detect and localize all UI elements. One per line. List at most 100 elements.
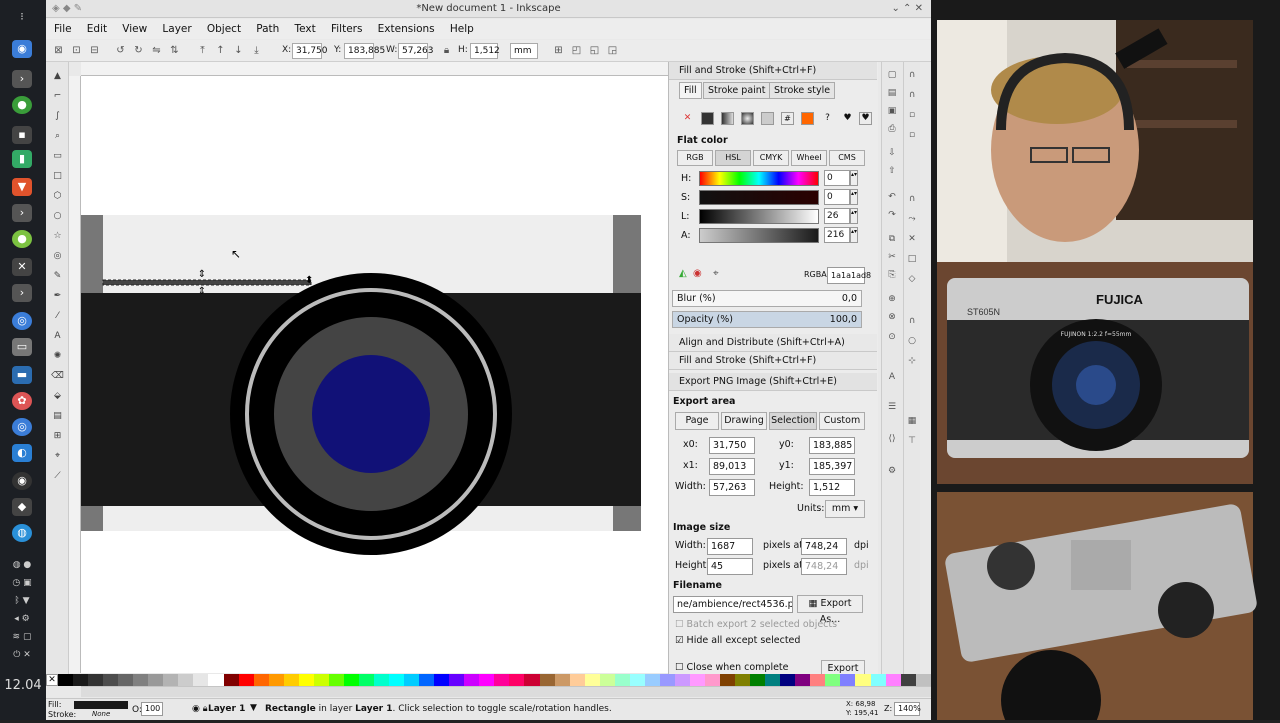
chart-app-icon[interactable]: ▮ <box>12 150 32 168</box>
palette-swatch[interactable] <box>58 674 74 686</box>
area-selection-button[interactable]: Selection <box>769 412 817 430</box>
palette-swatch[interactable] <box>659 674 675 686</box>
power-icon[interactable]: ⏻ ✕ <box>12 646 32 660</box>
palette-swatch[interactable] <box>629 674 645 686</box>
snap-centers-icon[interactable]: ∩ <box>906 316 918 328</box>
volume-icon[interactable]: ◂ ⚙ <box>12 610 32 624</box>
rotate-cw-icon[interactable]: ↻ <box>132 44 145 57</box>
fill-stroke-collapsed-header[interactable]: Fill and Stroke (Shift+Ctrl+F) <box>669 352 877 370</box>
blue-app-icon[interactable]: ◎ <box>12 312 32 330</box>
s-spin[interactable]: ▴▾ <box>850 189 858 205</box>
mesh-gradient-icon[interactable] <box>761 112 774 125</box>
color-wheel-icon[interactable]: ✿ <box>12 392 32 410</box>
snap-nodes-icon[interactable]: ∩ <box>906 194 918 206</box>
current-layer[interactable]: Layer 1 <box>208 704 245 714</box>
drawing-canvas[interactable]: ⇕ ⇕ ⬍ ↖ <box>81 76 668 673</box>
dpi-x-input[interactable]: 748,24 <box>801 538 847 555</box>
move-gradients-icon[interactable]: ◱ <box>588 44 601 57</box>
palette-swatch[interactable] <box>373 674 390 686</box>
tab-stroke-paint[interactable]: Stroke paint <box>703 82 771 99</box>
palette-swatch[interactable] <box>133 674 149 686</box>
palette-swatch[interactable] <box>509 674 525 686</box>
lock-icon[interactable]: 🔒︎ <box>440 44 453 57</box>
palette-swatch[interactable] <box>915 674 931 686</box>
palette-swatch[interactable] <box>178 674 194 686</box>
palette-swatch[interactable] <box>885 674 901 686</box>
palette-swatch[interactable] <box>494 674 510 686</box>
layer-lock-icon[interactable]: ◉ 🔒︎ <box>192 704 208 714</box>
units-select[interactable]: mm ▾ <box>825 500 865 518</box>
area-page-button[interactable]: Page <box>675 412 719 430</box>
terminal-2-icon[interactable]: › <box>12 204 32 222</box>
raise-top-icon[interactable]: ⤒ <box>196 44 209 57</box>
fill-indicator-swatch[interactable] <box>74 701 128 709</box>
inkscape-icon[interactable]: ◆ <box>12 498 32 516</box>
scale-corners-icon[interactable]: ◰ <box>570 44 583 57</box>
menu-help[interactable]: Help <box>450 19 474 39</box>
palette-swatch[interactable] <box>584 674 600 686</box>
unset-paint-icon[interactable]: ? <box>821 112 834 125</box>
layers-icon[interactable]: ☰ <box>886 402 898 414</box>
palette-swatch[interactable] <box>103 674 119 686</box>
blur-bar[interactable]: Blur (%) 0,0 <box>672 290 862 307</box>
palette-swatch[interactable] <box>795 674 811 686</box>
hue-slider[interactable] <box>699 171 819 186</box>
calligraphy-tool-icon[interactable]: ⁄ <box>51 310 64 322</box>
h-spin[interactable]: ▴▾ <box>850 170 858 186</box>
xml-editor-icon[interactable]: ⟨⟩ <box>886 434 898 446</box>
lightness-slider[interactable] <box>699 209 819 224</box>
y1-input[interactable]: 185,397 <box>809 458 855 475</box>
radial-gradient-icon[interactable] <box>741 112 754 125</box>
l-value[interactable]: 26 <box>824 208 850 224</box>
palette-swatch[interactable] <box>569 674 585 686</box>
flip-h-icon[interactable]: ⇋ <box>150 44 163 57</box>
palette-swatch[interactable] <box>750 674 766 686</box>
palette-swatch[interactable] <box>389 674 405 686</box>
h-input[interactable]: 1,512 <box>470 43 500 59</box>
mode-rgb[interactable]: RGB <box>677 150 713 166</box>
layer-dropdown-icon[interactable]: ▼ <box>250 703 257 713</box>
tweak-tool-icon[interactable]: ∫ <box>51 110 64 122</box>
bluetooth-icon[interactable]: ᛒ ▼ <box>12 592 32 606</box>
palette-swatch[interactable] <box>689 674 706 686</box>
palette-swatch[interactable] <box>900 674 916 686</box>
no-paint-icon[interactable]: ✕ <box>681 112 694 125</box>
obs-icon[interactable]: ◉ <box>12 472 32 490</box>
snap-rotation-icon[interactable]: ○ <box>906 336 918 348</box>
palette-swatch[interactable] <box>810 674 826 686</box>
pen-tool-icon[interactable]: ✒ <box>51 290 64 302</box>
mode-cms[interactable]: CMS <box>829 150 865 166</box>
select-all-layers-icon[interactable]: ⊡ <box>70 44 83 57</box>
pattern-icon[interactable]: # <box>781 112 794 125</box>
palette-swatch[interactable] <box>735 674 751 686</box>
text-dialog-icon[interactable]: A <box>886 372 898 384</box>
palette-swatch[interactable] <box>118 674 134 686</box>
wifi-icon[interactable]: ≋ ▢ <box>12 628 32 642</box>
palette-swatch[interactable] <box>840 674 856 686</box>
x0-input[interactable]: 31,750 <box>709 437 755 454</box>
area-drawing-button[interactable]: Drawing <box>721 412 767 430</box>
export-as-button[interactable]: ▦ Export As... <box>797 595 863 625</box>
palette-swatch[interactable] <box>88 674 104 686</box>
snap-intersections-icon[interactable]: ✕ <box>906 234 918 246</box>
zoom-drawing-icon[interactable]: ⊗ <box>886 312 898 324</box>
3dbox-tool-icon[interactable]: ⬡ <box>51 190 64 202</box>
flat-color-icon[interactable] <box>701 112 714 125</box>
area-custom-button[interactable]: Custom <box>819 412 865 430</box>
x-app-icon[interactable]: ✕ <box>12 258 32 276</box>
palette-swatch[interactable] <box>313 674 329 686</box>
linear-gradient-icon[interactable] <box>721 112 734 125</box>
rect-tool-icon[interactable]: □ <box>51 170 64 182</box>
palette-swatch[interactable] <box>193 674 209 686</box>
swatch-icon[interactable] <box>801 112 814 125</box>
deselect-icon[interactable]: ⊟ <box>88 44 101 57</box>
spray-tool-icon[interactable]: ✺ <box>51 350 64 362</box>
brave-browser-icon[interactable]: ▼ <box>12 178 32 196</box>
redo-icon[interactable]: ↷ <box>886 210 898 222</box>
move-patterns-icon[interactable]: ◲ <box>606 44 619 57</box>
rotate-ccw-icon[interactable]: ↺ <box>114 44 127 57</box>
zoom-input[interactable]: 140% <box>894 702 921 716</box>
fill-stroke-header[interactable]: Fill and Stroke (Shift+Ctrl+F) <box>669 62 877 80</box>
snap-bbox-icon[interactable]: ∩ <box>906 90 918 102</box>
a-value[interactable]: 216 <box>824 227 850 243</box>
